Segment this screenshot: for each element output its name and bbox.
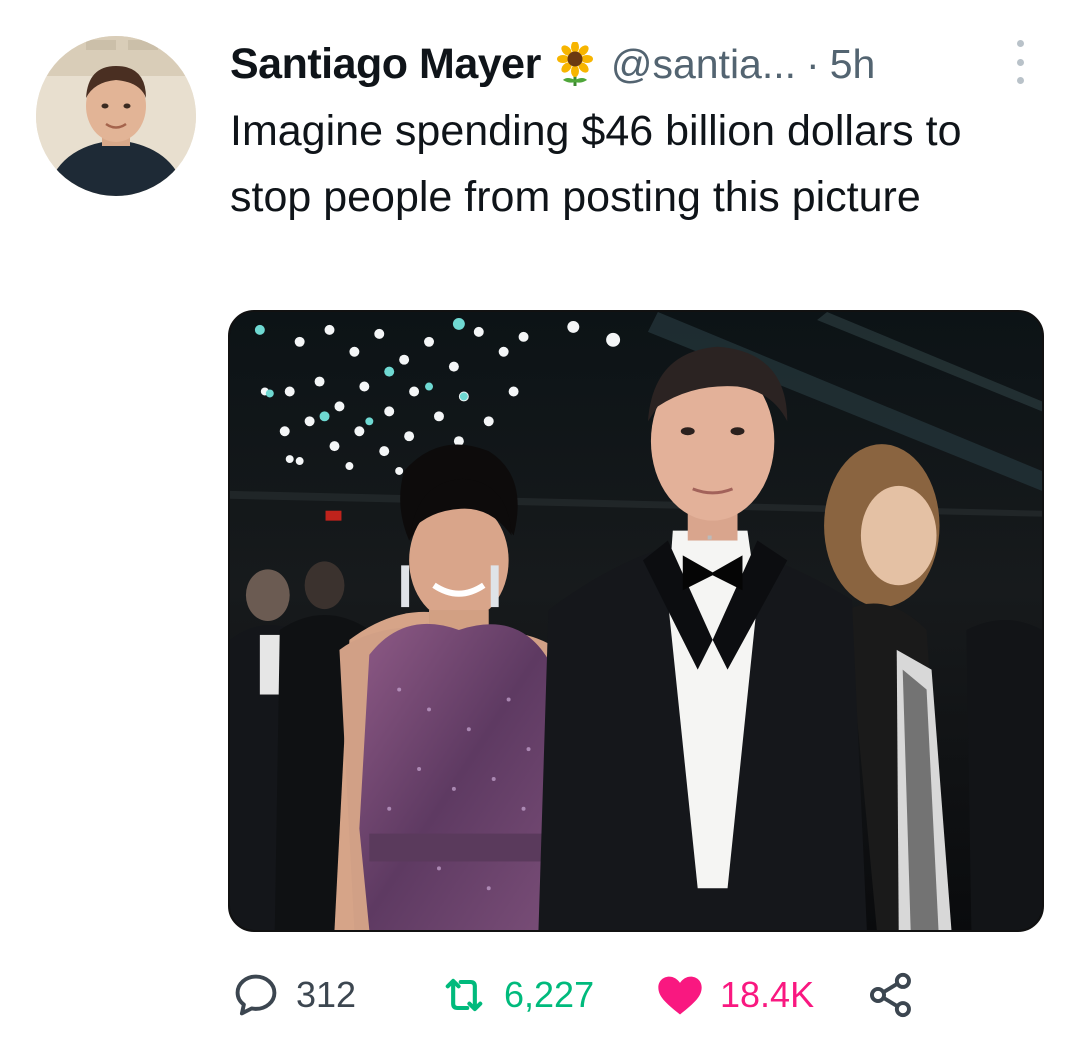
retweet-count: 6,227 [504, 974, 595, 1015]
timestamp[interactable]: 5h [830, 41, 876, 88]
share-button[interactable] [865, 965, 917, 1025]
avatar-image [36, 36, 196, 196]
photo-image [230, 312, 1042, 930]
like-button[interactable]: 18.4K [654, 965, 814, 1025]
tweet-actions: 312 6,227 18.4K [230, 965, 1030, 1025]
display-name[interactable]: Santiago Mayer [230, 40, 541, 89]
more-options-icon[interactable] [1010, 40, 1030, 84]
sunflower-icon [553, 42, 597, 86]
tweet-text: Imagine spending $46 billion dollars to … [230, 107, 962, 221]
separator-dot: · [806, 40, 820, 87]
like-count: 18.4K [720, 974, 815, 1015]
reply-count: 312 [296, 974, 357, 1015]
share-icon [869, 972, 911, 1018]
tweet[interactable]: Santiago Mayer @santia... · 5h Imagine s… [0, 0, 1080, 1050]
heart-icon [658, 976, 702, 1015]
retweet-button[interactable]: 6,227 [438, 965, 594, 1025]
reply-button[interactable]: 312 [230, 965, 356, 1025]
author-handle[interactable]: @santia... [611, 41, 796, 88]
tweet-photo[interactable] [228, 310, 1044, 932]
reply-icon [235, 974, 277, 1016]
avatar[interactable] [36, 36, 196, 196]
tweet-header: Santiago Mayer @santia... · 5h [230, 36, 1030, 92]
retweet-icon [445, 978, 483, 1012]
